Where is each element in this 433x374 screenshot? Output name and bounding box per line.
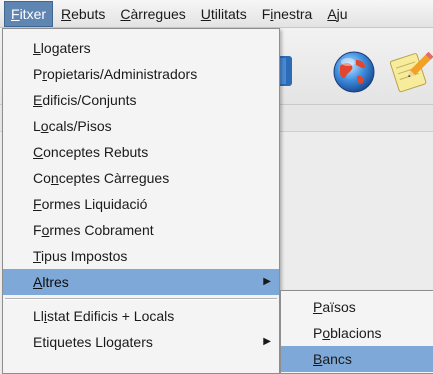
submenu-item-paisos-mnemonic: P bbox=[313, 299, 323, 315]
menu-ajuda-post: ju bbox=[336, 5, 348, 22]
menu-rebuts-mnemonic: R bbox=[61, 5, 72, 22]
menu-item-propietaris[interactable]: Propietaris/Administradors bbox=[3, 61, 279, 87]
submenu-item-poblacions-mnemonic: o bbox=[322, 325, 331, 341]
menu-item-altres-post: ltres bbox=[42, 274, 69, 290]
menu-item-conceptes-carregues-pre: Co bbox=[33, 170, 51, 186]
menu-item-formes-cobrament-pre: F bbox=[33, 222, 42, 238]
menu-fitxer-post: itxer bbox=[19, 5, 47, 22]
menu-item-propietaris-post: opietaris/Administradors bbox=[47, 66, 198, 82]
menu-item-tipus-impostos-post: ipus Impostos bbox=[41, 248, 128, 264]
menu-item-locals-post: cals/Pisos bbox=[48, 118, 112, 134]
menu-item-edificis-post: dificis/Conjunts bbox=[42, 92, 137, 108]
submenu-item-bancs-post: ancs bbox=[322, 351, 352, 367]
menu-item-llistat-edificis[interactable]: Llistat Edificis + Locals bbox=[3, 303, 279, 329]
menu-item-edificis-mnemonic: E bbox=[33, 92, 43, 108]
menu-item-etiquetes-llogaters[interactable]: Etiquetes Llogaters ▶ bbox=[3, 329, 279, 355]
menu-item-formes-cobrament[interactable]: Formes Cobrament bbox=[3, 217, 279, 243]
menu-item-altres[interactable]: Altres ▶ bbox=[3, 269, 279, 295]
menu-ajuda-mnemonic: A bbox=[327, 5, 337, 22]
menu-item-conceptes-rebuts-post: onceptes Rebuts bbox=[43, 144, 149, 160]
menu-item-tipus-impostos-mnemonic: T bbox=[33, 248, 42, 264]
menu-bar: Fitxer Rebuts Càrregues Utilitats Finest… bbox=[0, 0, 433, 28]
menu-carregues-post: àrregues bbox=[130, 5, 186, 22]
menu-separator bbox=[5, 298, 277, 300]
menu-item-conceptes-rebuts-mnemonic: C bbox=[33, 144, 44, 160]
globe-icon[interactable] bbox=[332, 50, 376, 94]
menu-carregues[interactable]: Càrregues bbox=[113, 1, 192, 27]
menu-item-altres-mnemonic: A bbox=[33, 274, 43, 290]
submenu-item-poblacions[interactable]: Poblacions bbox=[281, 320, 433, 346]
submenu-item-paisos[interactable]: Països bbox=[281, 294, 433, 320]
menu-item-tipus-impostos[interactable]: Tipus Impostos bbox=[3, 243, 279, 269]
submenu-item-bancs[interactable]: Bancs bbox=[281, 346, 433, 372]
menu-rebuts[interactable]: Rebuts bbox=[54, 1, 112, 27]
submenu-item-paisos-post: aïsos bbox=[322, 299, 356, 315]
menu-rebuts-post: ebuts bbox=[71, 5, 106, 22]
submenu-arrow-icon: ▶ bbox=[263, 276, 271, 287]
menu-finestra[interactable]: Finestra bbox=[255, 1, 320, 27]
application-window: Fitxer Rebuts Càrregues Utilitats Finest… bbox=[0, 0, 433, 374]
submenu-item-poblacions-pre: P bbox=[313, 325, 323, 341]
menu-fitxer-mnemonic: F bbox=[11, 5, 20, 22]
menu-item-conceptes-carregues-mnemonic: n bbox=[50, 170, 59, 186]
menu-item-edificis[interactable]: Edificis/Conjunts bbox=[3, 87, 279, 113]
menu-item-llogaters-mnemonic: L bbox=[33, 40, 41, 56]
menu-item-conceptes-carregues[interactable]: Conceptes Càrregues bbox=[3, 165, 279, 191]
menu-item-etiquetes-llogaters-pre: Etiquetes Llogaters bbox=[33, 334, 153, 350]
fitxer-dropdown-menu: Llogaters Propietaris/Administradors Edi… bbox=[2, 28, 280, 374]
notepad-pencil-icon[interactable] bbox=[388, 46, 433, 94]
menu-carregues-mnemonic: C bbox=[120, 5, 131, 22]
menu-utilitats[interactable]: Utilitats bbox=[194, 1, 254, 27]
submenu-item-bancs-mnemonic: B bbox=[313, 351, 323, 367]
menu-utilitats-mnemonic: U bbox=[200, 5, 211, 22]
menu-item-conceptes-rebuts[interactable]: Conceptes Rebuts bbox=[3, 139, 279, 165]
menu-item-conceptes-carregues-post: ceptes Càrregues bbox=[58, 170, 170, 186]
menu-item-locals-pre: L bbox=[33, 118, 41, 134]
document-icon[interactable] bbox=[278, 54, 294, 88]
menu-item-locals[interactable]: Locals/Pisos bbox=[3, 113, 279, 139]
menu-finestra-pre: F bbox=[261, 5, 271, 22]
menu-item-llistat-edificis-post: stat Edificis + Locals bbox=[47, 308, 175, 324]
menu-item-formes-liquidacio-post: ormes Liquidació bbox=[41, 196, 148, 212]
menu-item-llistat-edificis-pre: Ll bbox=[33, 308, 44, 324]
menu-item-locals-mnemonic: o bbox=[40, 118, 49, 134]
submenu-arrow-icon: ▶ bbox=[263, 336, 271, 347]
menu-item-propietaris-pre: P bbox=[33, 66, 43, 82]
menu-item-formes-cobrament-post: rmes Cobrament bbox=[49, 222, 154, 238]
menu-item-formes-liquidacio-mnemonic: F bbox=[33, 196, 42, 212]
altres-submenu: Països Poblacions Bancs bbox=[280, 290, 433, 374]
menu-item-llogaters[interactable]: Llogaters bbox=[3, 35, 279, 61]
submenu-item-poblacions-post: blacions bbox=[330, 325, 382, 341]
menu-finestra-post: nestra bbox=[273, 5, 313, 22]
menu-item-llogaters-post: logaters bbox=[40, 40, 91, 56]
menu-fitxer[interactable]: Fitxer bbox=[4, 0, 54, 27]
menu-utilitats-post: tilitats bbox=[210, 5, 247, 22]
menu-item-formes-liquidacio[interactable]: Formes Liquidació bbox=[3, 191, 279, 217]
menu-ajuda[interactable]: Aju bbox=[320, 1, 354, 27]
